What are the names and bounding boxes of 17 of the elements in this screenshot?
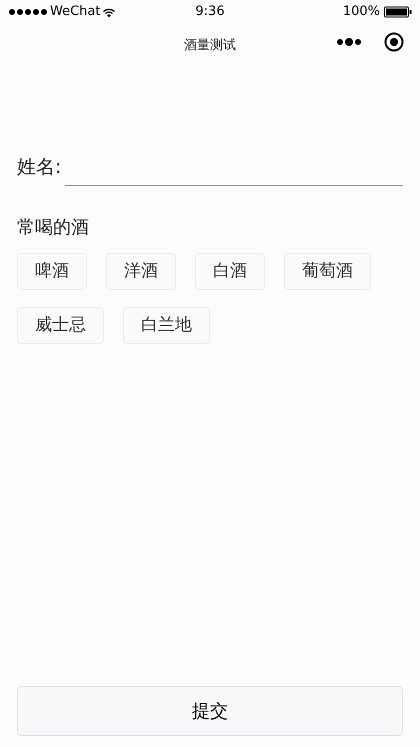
- more-icon[interactable]: [336, 37, 362, 47]
- page-title: 酒量测试: [184, 37, 236, 56]
- clock-time: 9:36: [194, 3, 226, 22]
- signal-icon: [8, 8, 48, 16]
- drink-option[interactable]: 洋酒: [106, 253, 176, 290]
- drink-option[interactable]: 白酒: [195, 253, 265, 290]
- drink-option[interactable]: 威士忌: [17, 307, 104, 344]
- section-label: 常喝的酒: [17, 216, 90, 240]
- drink-option[interactable]: 啤酒: [17, 253, 87, 290]
- name-label: 姓名:: [17, 155, 62, 180]
- battery-icon: [384, 6, 412, 18]
- wifi-icon: [102, 6, 116, 18]
- drink-option[interactable]: 白兰地: [123, 307, 210, 344]
- drink-option[interactable]: 葡萄酒: [284, 253, 371, 290]
- battery-percent: 100%: [342, 3, 380, 22]
- submit-button[interactable]: 提交: [17, 686, 403, 736]
- carrier-name: WeChat: [50, 3, 100, 22]
